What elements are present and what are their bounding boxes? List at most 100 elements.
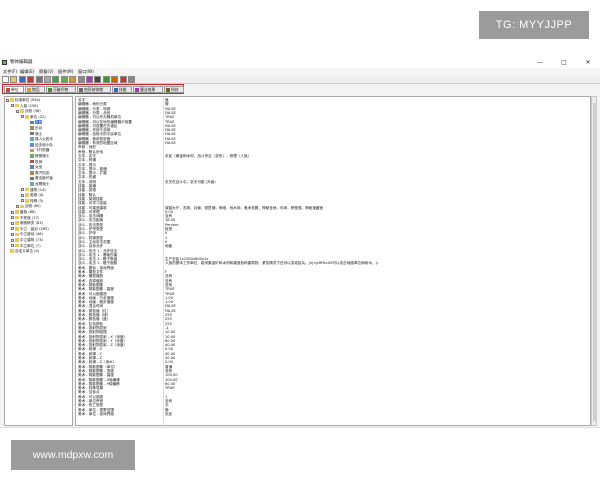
menu-view[interactable]: 察看(V) (39, 68, 54, 75)
unit-icon (30, 159, 34, 164)
collapse-icon[interactable] (21, 115, 24, 119)
tree-item-label: 中立单位 (7) (20, 243, 41, 248)
menu-edit[interactable]: 编辑(E) (20, 68, 34, 75)
tree-item[interactable]: 飞行机器 (26, 148, 49, 153)
terrain-icon[interactable] (60, 76, 68, 83)
tree-item[interactable]: 战役 (80) (16, 204, 41, 209)
expand-icon[interactable] (11, 227, 14, 231)
tree-item[interactable]: 狮鹫骑士 (26, 154, 49, 159)
close-button[interactable]: ✕ (580, 58, 596, 68)
tab-3[interactable]: 地形装饰物 (77, 86, 111, 93)
tab-icon (48, 88, 52, 92)
tree-item-label: 战役 (80) (25, 204, 41, 209)
tab-5[interactable]: 魔法效果 (133, 86, 163, 93)
expand-icon[interactable] (11, 210, 14, 214)
unit-icon[interactable] (119, 76, 127, 83)
copy-icon[interactable] (35, 76, 43, 83)
tree-item[interactable]: 不死族 (77) (11, 216, 39, 221)
window-title: 物体编辑器 (10, 60, 33, 65)
expand-icon[interactable] (11, 244, 14, 248)
property-name: 美术 - 单位 - 游戏界面 (78, 411, 114, 416)
tree-item[interactable]: 女巫 (26, 165, 42, 170)
tree-item[interactable]: 魔法破坏者 (26, 176, 53, 181)
tree-item[interactable]: 牧师 (26, 160, 42, 165)
tab-0[interactable]: 单位 (4, 86, 24, 93)
unit-icon (30, 176, 34, 181)
cut-icon[interactable] (27, 76, 35, 83)
tree-item-label: 飞行机器 (35, 148, 50, 153)
tab-6[interactable]: 科技 (164, 86, 184, 93)
tree-item[interactable]: 中立单位 (7) (11, 244, 41, 249)
trigger-icon[interactable] (69, 76, 77, 83)
tree-item[interactable]: 中立建筑 (73) (11, 238, 43, 243)
tree-item-label: 标准单位 (934) (15, 98, 41, 102)
collapse-icon[interactable] (11, 104, 14, 108)
maximize-button[interactable]: □ (556, 58, 572, 68)
item-icon[interactable] (128, 76, 135, 83)
tree-item[interactable]: 矮人火枪手 (26, 137, 53, 142)
tab-1[interactable]: 物品 (25, 86, 45, 93)
open-icon[interactable] (10, 76, 18, 83)
tree-item[interactable]: 兽族 (86) (11, 210, 36, 215)
expand-icon[interactable] (11, 232, 14, 236)
tree-item[interactable]: 中立被动 (48) (11, 232, 43, 237)
folder-icon (15, 210, 19, 214)
expand-icon[interactable] (21, 193, 24, 197)
tree-item[interactable]: 步兵 (26, 126, 42, 131)
expand-icon[interactable] (16, 204, 19, 208)
tree-item-label: 兽族 (86) (20, 210, 36, 214)
ai-icon[interactable] (102, 76, 110, 83)
folder-icon (15, 238, 19, 242)
tree-item[interactable]: 标准单位 (934) (6, 98, 40, 103)
sound-icon[interactable] (77, 76, 85, 83)
collapse-icon[interactable] (16, 109, 19, 113)
tree-item[interactable]: 人族 (156) (11, 104, 38, 109)
camera-icon[interactable] (94, 76, 102, 83)
undo-icon[interactable] (52, 76, 60, 83)
watermark-tag: TG: MYYJJPP (479, 11, 589, 39)
tab-icon (135, 88, 139, 92)
tab-icon (27, 88, 31, 92)
property-row[interactable]: 美术 - 单位 - 游戏界面 农民 (76, 412, 586, 417)
tree-item[interactable]: 自定义单位 (0) (6, 249, 39, 254)
scrollbar-thumb[interactable] (592, 103, 597, 421)
object-editor-window: 物体编辑器 — □ ✕ 文件(F) 编辑(E) 察看(V) 插件(M) 窗口(W… (0, 58, 600, 428)
menu-file[interactable]: 文件(F) (3, 68, 17, 75)
tree-item[interactable]: 龙鹰骑士 (26, 182, 49, 187)
tab-2[interactable]: 可破坏物 (46, 86, 76, 93)
minimize-button[interactable]: — (532, 58, 548, 68)
app-icon (2, 60, 7, 65)
save-icon[interactable] (18, 76, 26, 83)
title-bar: 物体编辑器 — □ ✕ (0, 58, 600, 68)
expand-icon[interactable] (11, 238, 14, 242)
tab-icon (166, 88, 170, 92)
menu-window[interactable]: 窗口(W) (78, 68, 94, 75)
expand-icon[interactable] (21, 199, 24, 203)
unit-icon (30, 143, 34, 147)
tree-item[interactable]: 骑士 (26, 132, 42, 137)
region-icon[interactable] (111, 76, 119, 83)
collapse-icon[interactable] (6, 98, 9, 102)
tree-item[interactable]: 战役 (36) (16, 109, 41, 114)
tab-4[interactable]: 技能 (112, 86, 132, 93)
expand-icon[interactable] (11, 216, 14, 220)
expand-icon[interactable] (21, 188, 24, 192)
object-icon[interactable] (86, 76, 93, 83)
watermark-site: www.mdpxw.com (11, 440, 135, 470)
new-icon[interactable] (2, 76, 9, 83)
tree-item[interactable]: 建筑 (14) (21, 188, 46, 193)
unit-icon (30, 148, 34, 153)
property-scrollbar[interactable] (591, 96, 597, 426)
tree-item[interactable]: 农民 (26, 120, 43, 125)
tree-item-label: 自定义单位 (0) (15, 249, 40, 254)
tree-item[interactable]: 单位 (22) (21, 115, 46, 120)
tree-item-label: 农民 (35, 120, 43, 125)
tree-item[interactable]: 暗夜精灵 (83) (11, 221, 43, 226)
tree-item[interactable]: 英雄 (4) (21, 193, 43, 198)
tree-item-label: 牧师 (35, 159, 43, 164)
paste-icon[interactable] (44, 76, 51, 83)
menu-plugins[interactable]: 插件(M) (58, 68, 73, 75)
unit-icon (30, 137, 34, 141)
expand-icon[interactable] (11, 221, 14, 225)
folder-icon (25, 199, 29, 203)
